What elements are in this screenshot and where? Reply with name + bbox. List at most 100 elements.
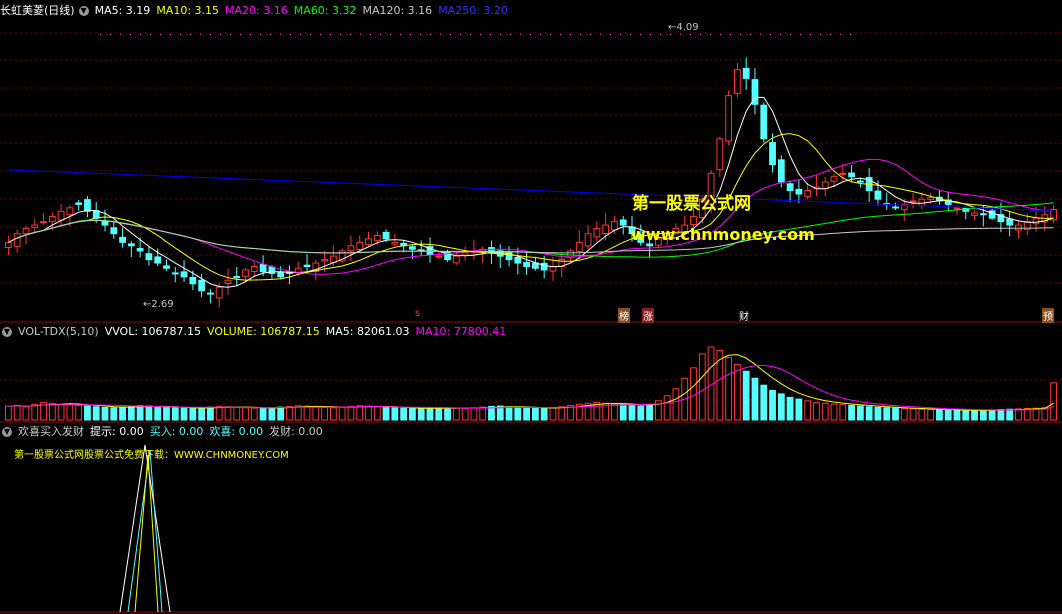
top-dot xyxy=(720,34,721,35)
volume-bar xyxy=(303,405,311,421)
volume-bar xyxy=(163,406,170,421)
volume-bar xyxy=(795,398,803,421)
top-dot xyxy=(580,34,581,35)
top-dot xyxy=(430,34,431,35)
indicator-menu-icon[interactable]: ▼ xyxy=(2,427,12,437)
volume-bar xyxy=(347,405,355,421)
candle xyxy=(716,138,724,171)
volume-bar xyxy=(321,406,328,421)
top-dot xyxy=(460,34,461,35)
event-marker-bang[interactable]: 榜 xyxy=(618,308,630,323)
top-dot xyxy=(130,34,131,35)
volume-bar xyxy=(830,403,838,421)
candle xyxy=(101,221,109,226)
top-dot xyxy=(240,34,241,35)
volume-bar xyxy=(5,405,12,421)
candle xyxy=(769,142,776,166)
volume-bar xyxy=(892,407,899,421)
candle xyxy=(611,221,618,231)
volume-bar xyxy=(171,407,179,421)
top-dot xyxy=(650,34,651,35)
event-marker-s[interactable]: s xyxy=(414,308,421,319)
volume-bar xyxy=(250,407,258,421)
volume-bar xyxy=(1050,382,1058,421)
volume-menu-icon[interactable]: ▼ xyxy=(2,327,12,337)
top-dot xyxy=(710,34,711,35)
candle xyxy=(409,246,416,250)
volume-bar xyxy=(1015,408,1022,421)
volume-bar xyxy=(400,407,408,421)
panel-menu-icon[interactable]: ▼ xyxy=(78,6,89,16)
ma250-line xyxy=(8,169,1054,212)
volume-bar xyxy=(391,407,399,421)
top-dot xyxy=(400,34,401,35)
top-dot xyxy=(790,34,791,35)
volume-label: VOLUME: 106787.15 xyxy=(207,325,320,338)
top-dot xyxy=(730,34,731,35)
top-dot xyxy=(690,34,691,35)
volume-bar xyxy=(979,409,987,421)
top-dot xyxy=(850,34,851,35)
candle xyxy=(250,266,258,272)
candle xyxy=(461,252,469,256)
top-dot xyxy=(550,34,551,35)
watermark-title: 第一股票公式网 xyxy=(632,194,751,214)
top-dot xyxy=(200,34,201,35)
top-dot xyxy=(630,34,631,35)
volume-bar xyxy=(663,395,671,421)
vvol-label: VVOL: 106787.15 xyxy=(104,325,202,338)
volume-bar xyxy=(944,409,952,421)
volume-bar xyxy=(532,407,539,421)
candle xyxy=(593,228,601,238)
candle xyxy=(646,243,653,247)
top-dot xyxy=(570,34,571,35)
volume-bar xyxy=(13,404,21,421)
top-dot xyxy=(250,34,251,35)
candle xyxy=(347,245,355,252)
volume-bar xyxy=(215,405,223,421)
candle xyxy=(5,241,12,249)
candle xyxy=(1006,218,1014,226)
candle xyxy=(619,219,627,226)
volume-bar xyxy=(558,406,566,421)
event-marker-yu[interactable]: 预 xyxy=(1042,308,1054,323)
volume-bar xyxy=(84,405,91,421)
top-dot xyxy=(770,34,771,35)
candle xyxy=(215,286,223,299)
event-marker-zhang[interactable]: 涨 xyxy=(642,308,654,323)
volume-bar xyxy=(189,408,197,421)
volume-bar xyxy=(110,407,118,421)
candle xyxy=(725,95,733,142)
candle xyxy=(110,227,118,235)
volume-bar xyxy=(101,406,109,421)
joy-label: 欢喜: 0.00 xyxy=(209,425,264,438)
volume-bar xyxy=(277,406,285,421)
candle xyxy=(602,224,610,234)
event-marker-cai[interactable]: 财 xyxy=(738,308,750,323)
volume-bar xyxy=(409,408,416,421)
volume-bar xyxy=(646,403,653,421)
high-price-value: 4.09 xyxy=(676,22,699,33)
candle xyxy=(452,255,460,264)
ma60-line xyxy=(8,202,1054,258)
volume-bar xyxy=(619,404,627,421)
top-dot xyxy=(490,34,491,35)
top-dot xyxy=(500,34,501,35)
volume-bar xyxy=(268,407,276,421)
volume-bar xyxy=(523,407,531,421)
volume-bar xyxy=(75,404,83,421)
top-dot xyxy=(100,34,101,35)
volume-bar xyxy=(953,409,961,421)
volume-bar xyxy=(777,393,785,421)
top-dot xyxy=(390,34,391,35)
candle xyxy=(259,264,267,273)
volume-bar xyxy=(136,405,144,421)
top-dot xyxy=(290,34,291,35)
volume-bar xyxy=(92,406,100,421)
top-dot xyxy=(340,34,341,35)
candle xyxy=(979,213,987,216)
volume-bar xyxy=(900,408,908,421)
candle xyxy=(892,206,899,209)
volume-bar xyxy=(233,406,241,421)
top-dot xyxy=(470,34,471,35)
